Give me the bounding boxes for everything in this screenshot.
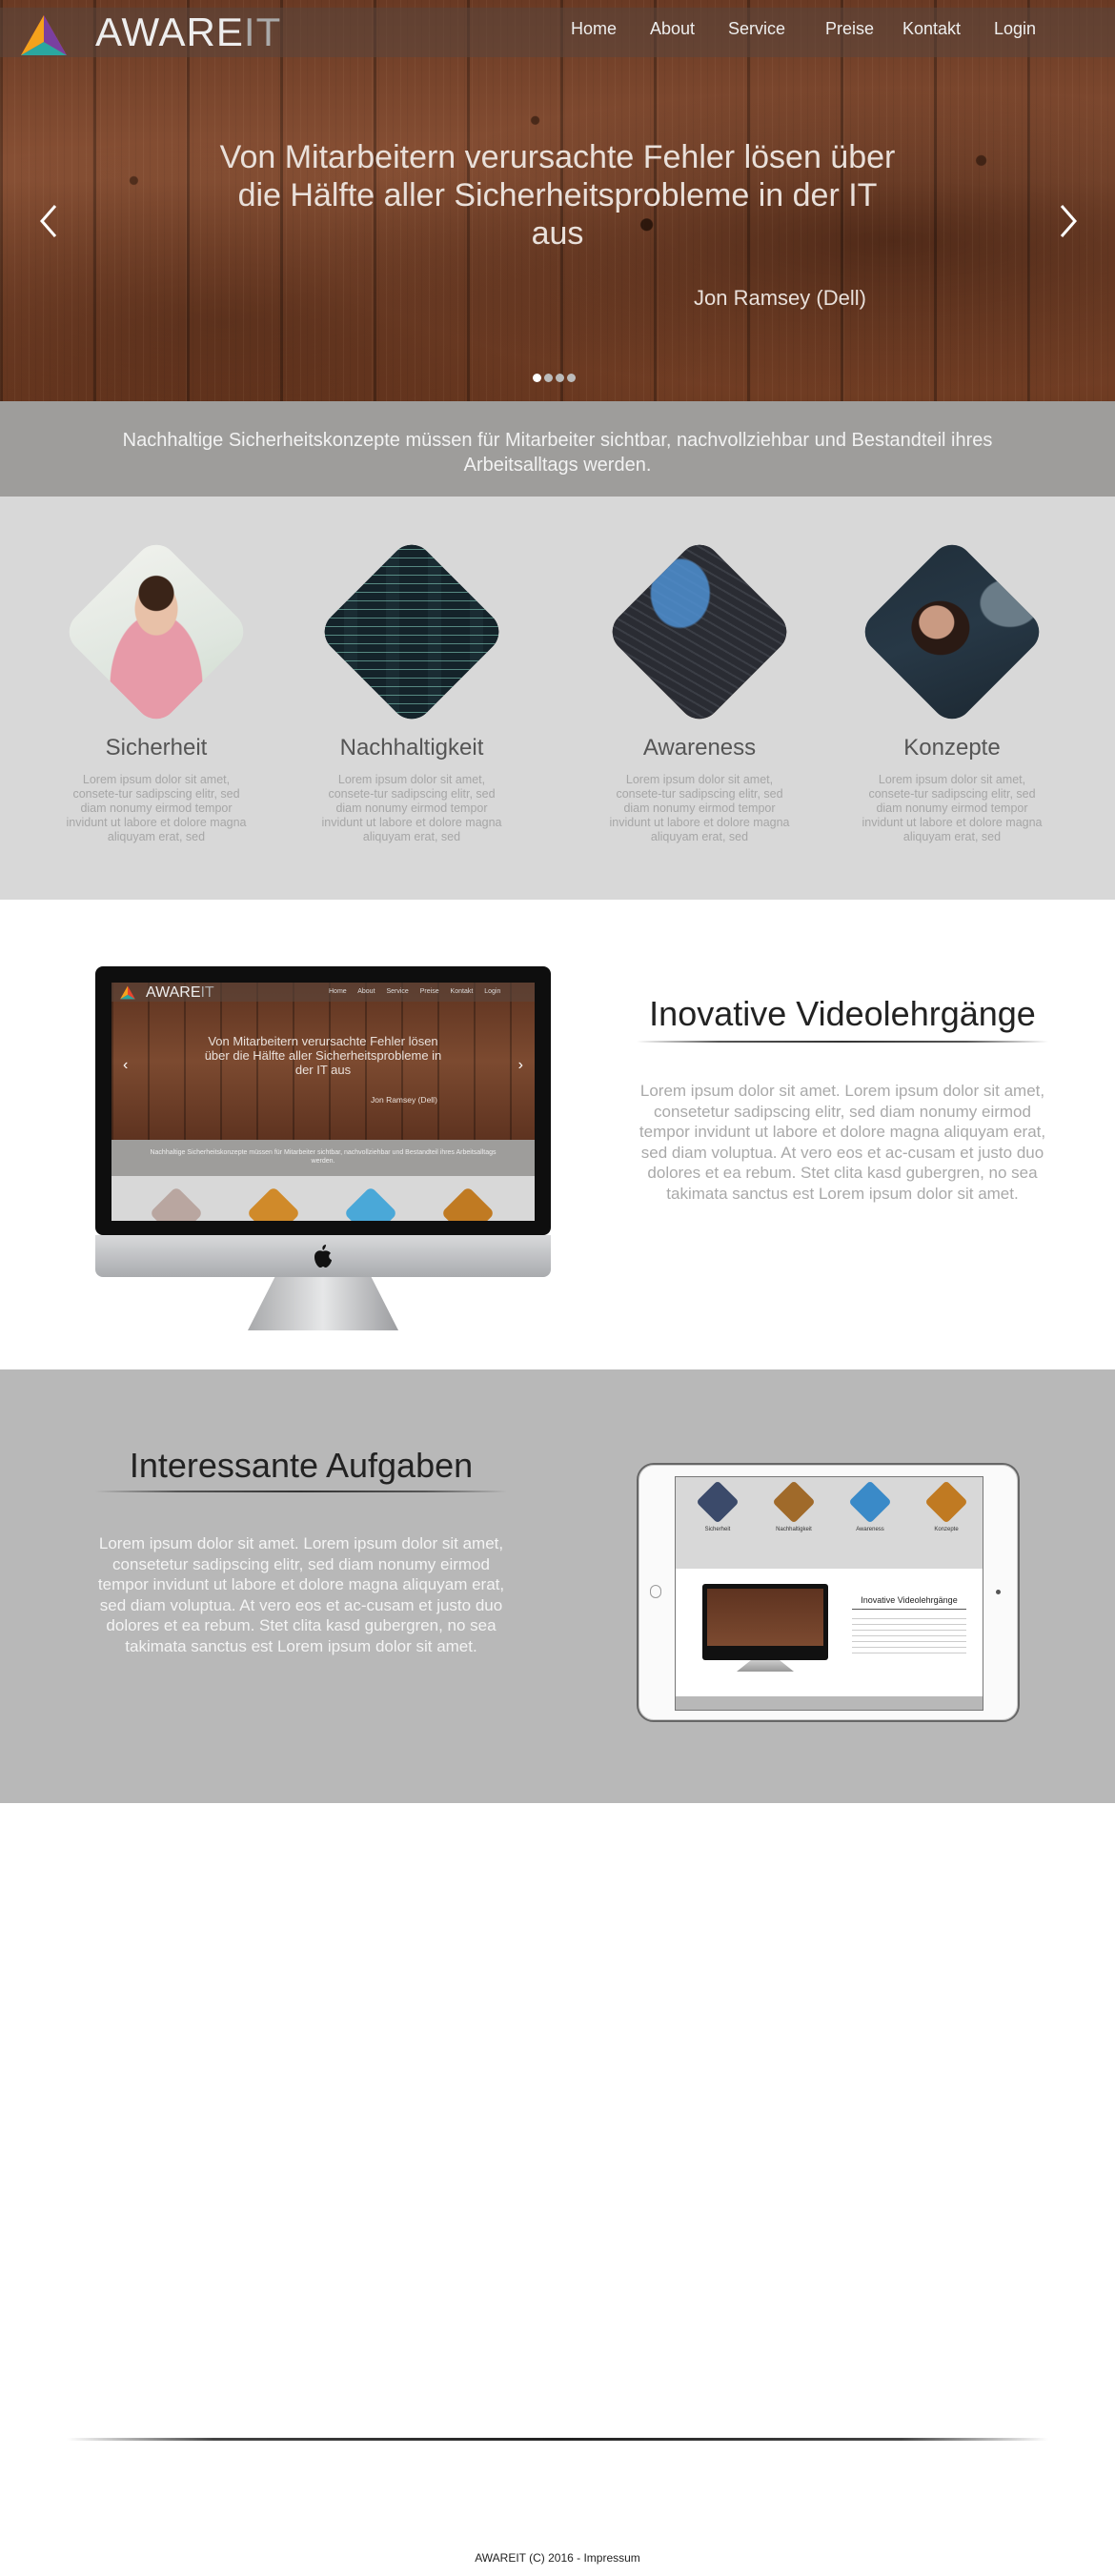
tasks-section-title: Interessante Aufgaben (129, 1446, 474, 1485)
footer: AWAREIT (C) 2016 - Impressum (0, 2551, 1115, 2565)
footer-divider (67, 2438, 1048, 2441)
feature-title: Awareness (642, 735, 757, 761)
footer-text[interactable]: AWAREIT (C) 2016 - Impressum (475, 2551, 640, 2565)
woman-laptop-photo-icon[interactable] (60, 536, 253, 728)
mockup-tagline: Nachhaltige Sicherheitskonzepte müssen f… (112, 1140, 535, 1176)
title-divider (637, 1041, 1048, 1043)
feature-sicherheit: Sicherheit Lorem ipsum dolor sit amet, c… (60, 497, 253, 844)
nav-about[interactable]: About (650, 19, 695, 39)
navbar: AWAREIT Home About Service Preise Kontak… (0, 8, 1115, 57)
slide-dot[interactable] (556, 374, 564, 382)
imac-mockup: AWAREIT Home About Service Preise Kontak… (95, 966, 551, 1338)
feature-nachhaltigkeit: Nachhaltigkeit Lorem ipsum dolor sit ame… (315, 497, 508, 844)
mockup-author: Jon Ramsey (Dell) (371, 1095, 437, 1105)
woman-monitor-photo-icon[interactable] (856, 536, 1048, 728)
slide-dot[interactable] (533, 374, 541, 382)
ipad-screen: Sicherheit Nachhaltigkeit Awareness Konz… (675, 1476, 983, 1711)
hero-slider: AWAREIT Home About Service Preise Kontak… (0, 0, 1115, 401)
mockup-video-title: Inovative Videolehrgänge (861, 1595, 958, 1605)
tasks-section-text: Lorem ipsum dolor sit amet. Lorem ipsum … (97, 1534, 505, 1655)
imac-stand (248, 1277, 398, 1330)
video-section-text: Lorem ipsum dolor sit amet. Lorem ipsum … (639, 1082, 1046, 1203)
feature-title: Konzepte (903, 735, 1001, 761)
video-section-title: Inovative Videolehrgänge (649, 994, 1036, 1033)
main-nav: Home About Service Preise Kontakt Login (0, 19, 1115, 48)
keyboard-photo-icon[interactable] (603, 536, 796, 728)
nav-kontakt[interactable]: Kontakt (902, 19, 961, 39)
code-screen-photo-icon[interactable] (315, 536, 508, 728)
ipad-mockup: Sicherheit Nachhaltigkeit Awareness Konz… (637, 1463, 1020, 1722)
feature-konzepte: Konzepte Lorem ipsum dolor sit amet, con… (856, 497, 1048, 844)
tagline-band: Nachhaltige Sicherheitskonzepte müssen f… (0, 401, 1115, 497)
mockup-feature-title: Awareness (856, 1527, 884, 1532)
slide-dot[interactable] (544, 374, 553, 382)
mockup-brand: AWAREIT (146, 984, 214, 1001)
mockup-next-icon: › (517, 1057, 523, 1073)
feature-text: Lorem ipsum dolor sit amet, consete-tur … (321, 773, 502, 843)
hero-author: Jon Ramsey (Dell) (694, 286, 866, 310)
nav-login[interactable]: Login (994, 19, 1036, 39)
feature-text: Lorem ipsum dolor sit amet, consete-tur … (66, 773, 247, 843)
nav-service[interactable]: Service (728, 19, 785, 39)
mockup-feature-title: Konzepte (934, 1527, 959, 1532)
feature-title: Sicherheit (105, 735, 208, 761)
imac-chin (95, 1235, 551, 1277)
slide-dot[interactable] (567, 374, 576, 382)
hero-quote: Von Mitarbeitern verursachte Fehler löse… (219, 139, 896, 252)
ipad-camera (996, 1590, 1001, 1594)
imac-screen: AWAREIT Home About Service Preise Kontak… (112, 983, 535, 1221)
mockup-prev-icon: ‹ (123, 1057, 129, 1073)
tasks-section: Interessante Aufgaben Lorem ipsum dolor … (0, 1369, 1115, 1803)
next-slide-icon[interactable] (1054, 202, 1083, 240)
features-section: Sicherheit Lorem ipsum dolor sit amet, c… (0, 497, 1115, 900)
feature-text: Lorem ipsum dolor sit amet, consete-tur … (609, 773, 790, 843)
mockup-feature-title: Sicherheit (704, 1527, 731, 1532)
mockup-logo-icon (120, 985, 135, 1000)
tagline-text: Nachhaltige Sicherheitskonzepte müssen f… (122, 430, 993, 476)
feature-title: Nachhaltigkeit (339, 735, 484, 761)
nav-preise[interactable]: Preise (825, 19, 874, 39)
mockup-nav: Home About Service Preise Kontakt Login (329, 988, 501, 995)
feature-awareness: Awareness Lorem ipsum dolor sit amet, co… (603, 497, 796, 844)
nav-home[interactable]: Home (571, 19, 617, 39)
ipad-home-button (650, 1585, 661, 1598)
title-divider (95, 1491, 507, 1492)
feature-text: Lorem ipsum dolor sit amet, consete-tur … (862, 773, 1043, 843)
video-courses-section: AWAREIT Home About Service Preise Kontak… (0, 900, 1115, 1369)
apple-logo-icon (314, 1245, 332, 1268)
mockup-quote: Von Mitarbeitern verursachte Fehler löse… (204, 1034, 442, 1077)
prev-slide-icon[interactable] (34, 202, 63, 240)
mockup-feature-title: Nachhaltigkeit (776, 1527, 812, 1532)
slide-indicators (533, 374, 576, 382)
